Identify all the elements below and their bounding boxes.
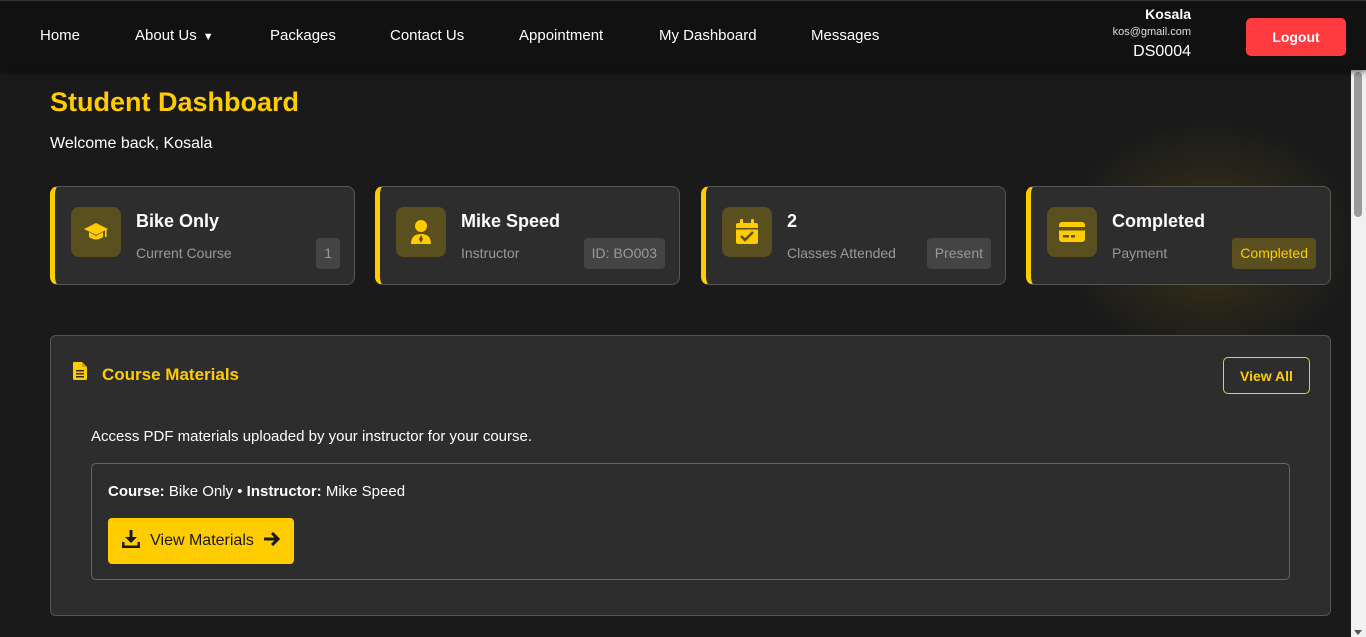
view-all-button[interactable]: View All: [1223, 357, 1310, 394]
stat-value: Bike Only: [136, 211, 220, 231]
nav-about-us-label: About Us: [135, 27, 197, 44]
stat-value: Completed: [1112, 211, 1206, 231]
stat-card-course: Bike Only Current Course 1: [50, 186, 355, 285]
nav-about-us-dropdown[interactable]: About Us ▼: [135, 27, 214, 44]
stat-label: Current Course: [136, 245, 232, 261]
user-name: Kosala: [1145, 6, 1191, 22]
stat-value: Mike Speed: [461, 211, 561, 231]
instructor-key: Instructor:: [246, 483, 322, 500]
stat-badge: ID: BO003: [583, 238, 665, 269]
view-materials-label: View Materials: [150, 532, 254, 549]
course-value: Bike Only: [168, 483, 234, 500]
scroll-down-arrow-icon[interactable]: [1354, 630, 1362, 635]
caret-down-icon: ▼: [202, 31, 214, 43]
download-icon: [122, 529, 141, 553]
user-info: Kosala kos@gmail.com DS0004: [991, 6, 1191, 62]
materials-description: Access PDF materials uploaded by your in…: [91, 428, 533, 445]
top-navbar: Home About Us ▼ Packages Contact Us Appoi…: [0, 0, 1366, 70]
info-separator: •: [237, 483, 243, 500]
instructor-value: Mike Speed: [325, 483, 406, 500]
arrow-right-icon: [263, 531, 280, 551]
course-materials-panel: Course Materials View All Access PDF mat…: [50, 335, 1331, 616]
nav-home-link[interactable]: Home: [40, 27, 80, 44]
materials-course-box: Course: Bike Only • Instructor: Mike Spe…: [91, 463, 1290, 580]
nav-messages-link[interactable]: Messages: [811, 27, 879, 44]
stat-badge: 1: [316, 238, 340, 269]
stat-label: Instructor: [461, 245, 520, 261]
welcome-message: Welcome back, Kosala: [50, 135, 213, 152]
nav-my-dashboard-link[interactable]: My Dashboard: [659, 27, 757, 44]
nav-appointment-link[interactable]: Appointment: [519, 27, 603, 44]
stat-card-classes: 2 Classes Attended Present: [701, 186, 1006, 285]
course-materials-title: Course Materials: [102, 365, 239, 384]
credit-card-icon: [1047, 207, 1097, 257]
course-instructor-info: Course: Bike Only • Instructor: Mike Spe…: [108, 483, 405, 500]
stat-badge: Present: [926, 238, 991, 269]
course-key: Course:: [108, 483, 165, 500]
calendar-check-icon: [722, 207, 772, 257]
user-email: kos@gmail.com: [1112, 26, 1191, 38]
view-materials-button[interactable]: View Materials: [108, 518, 294, 564]
scrollbar-thumb[interactable]: [1354, 72, 1362, 217]
nav-packages-link[interactable]: Packages: [270, 27, 336, 44]
graduation-cap-icon: [71, 207, 121, 257]
logout-button[interactable]: Logout: [1246, 18, 1346, 56]
stat-card-instructor: Mike Speed Instructor ID: BO003: [375, 186, 680, 285]
stat-badge: Completed: [1232, 238, 1316, 269]
stat-card-payment: Completed Payment Completed: [1026, 186, 1331, 285]
instructor-icon: [396, 207, 446, 257]
user-id: DS0004: [1133, 43, 1191, 60]
stat-label: Payment: [1112, 245, 1168, 261]
page-title: Student Dashboard: [50, 87, 300, 117]
stat-label: Classes Attended: [787, 245, 896, 261]
nav-contact-us-link[interactable]: Contact Us: [390, 27, 464, 44]
file-icon: [73, 362, 87, 385]
stat-value: 2: [787, 211, 798, 231]
page-scrollbar[interactable]: [1351, 70, 1366, 637]
